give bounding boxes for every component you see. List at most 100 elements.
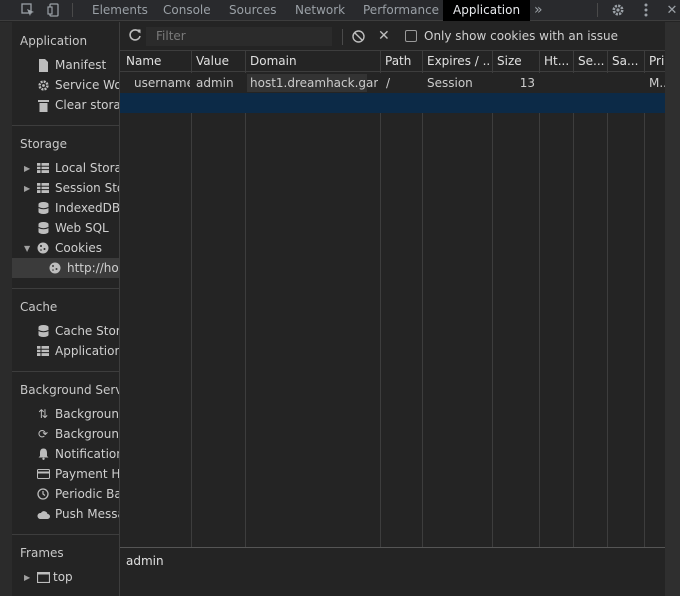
gear-icon[interactable] (610, 2, 626, 18)
tab-elements[interactable]: Elements (92, 0, 148, 21)
tab-console[interactable]: Console (163, 0, 211, 21)
column-header-secure[interactable]: Se... (578, 51, 606, 71)
sidebar-item-cookies[interactable]: ▼ Cookies (12, 238, 119, 258)
cell-path[interactable]: / (386, 73, 420, 93)
section-header-application: Application (20, 34, 88, 48)
device-toolbar-icon[interactable] (46, 2, 62, 18)
cell-name[interactable]: username (134, 73, 190, 93)
sidebar-item-cache-storage[interactable]: Cache Storage (12, 321, 119, 341)
tab-performance[interactable]: Performance (363, 0, 439, 21)
tab-sources[interactable]: Sources (229, 0, 276, 21)
devtools-tab-bar: Elements Console Sources Network Perform… (0, 0, 680, 21)
sidebar-item-clear-storage[interactable]: Clear storage (12, 95, 119, 115)
column-header-path[interactable]: Path (385, 51, 419, 71)
database-icon (36, 201, 50, 215)
sidebar-item-periodic-background-sync[interactable]: Periodic Background Sync (12, 484, 119, 504)
sidebar: Application Manifest Service Workers Cle… (12, 22, 120, 596)
collapse-arrow-icon[interactable]: ▼ (24, 244, 30, 253)
sidebar-item-session-storage[interactable]: ▶ Session Storage (12, 178, 119, 198)
expand-arrow-icon[interactable]: ▶ (24, 573, 30, 582)
section-divider (12, 125, 119, 126)
cell-expires[interactable]: Session (427, 73, 489, 93)
cell-httponly[interactable] (544, 73, 572, 93)
cell-secure[interactable] (578, 73, 606, 93)
sidebar-item-web-sql[interactable]: Web SQL (12, 218, 119, 238)
trash-icon (36, 98, 50, 112)
sidebar-item-notifications[interactable]: Notifications (12, 444, 119, 464)
column-header-domain[interactable]: Domain (250, 51, 376, 71)
kebab-menu-icon[interactable] (638, 2, 654, 18)
sync-icon: ⟳ (37, 427, 49, 441)
table-row[interactable]: username admin host1.dreamhack.gam... / … (120, 73, 665, 93)
sidebar-item-local-storage[interactable]: ▶ Local Storage (12, 158, 119, 178)
column-header-name[interactable]: Name (126, 51, 188, 71)
section-header-background-services: Background Services (20, 383, 120, 397)
sidebar-item-payment-handler[interactable]: Payment Handler (12, 464, 119, 484)
sidebar-item-indexeddb[interactable]: IndexedDB (12, 198, 119, 218)
document-icon (36, 58, 50, 72)
column-divider (422, 51, 423, 547)
sidebar-item-cookie-origin[interactable]: http://host1.dreamhack.games (12, 258, 119, 278)
column-header-samesite[interactable]: Sa... (612, 51, 642, 71)
sidebar-item-frame-top[interactable]: ▶ top (12, 567, 119, 587)
cell-value[interactable]: admin (196, 73, 242, 93)
sidebar-item-background-sync[interactable]: ⟳ Background Sync (12, 424, 119, 444)
section-header-cache: Cache (20, 300, 58, 314)
section-header-frames: Frames (20, 546, 64, 560)
right-gutter (665, 22, 680, 596)
column-divider (380, 51, 381, 547)
inspect-element-icon[interactable] (20, 2, 36, 18)
cloud-icon (36, 507, 50, 521)
column-divider (644, 51, 645, 547)
section-header-storage: Storage (20, 137, 67, 151)
cell-samesite[interactable] (612, 73, 642, 93)
database-icon (36, 324, 50, 338)
updown-arrows-icon: ⇅ (37, 407, 49, 421)
database-icon (36, 221, 50, 235)
sidebar-item-application-cache[interactable]: Application Cache (12, 341, 119, 361)
column-header-httponly[interactable]: Ht... (544, 51, 572, 71)
tab-divider (597, 3, 598, 17)
sidebar-item-background-fetch[interactable]: ⇅ Background Fetch (12, 404, 119, 424)
cookies-table: Name Value Domain Path Expires / ... Siz… (120, 50, 665, 547)
refresh-icon[interactable] (128, 28, 142, 45)
column-header-expires[interactable]: Expires / ... (427, 51, 489, 71)
section-divider (12, 534, 119, 535)
clock-icon (36, 487, 50, 501)
sidebar-item-manifest[interactable]: Manifest (12, 55, 119, 75)
column-divider (573, 51, 574, 547)
grid-icon (36, 181, 50, 195)
bell-icon (36, 447, 50, 461)
column-divider (191, 51, 192, 547)
grid-icon (36, 161, 50, 175)
table-row-selected-empty[interactable] (120, 93, 665, 113)
expand-arrow-icon[interactable]: ▶ (24, 184, 30, 193)
column-header-size[interactable]: Size (497, 51, 537, 71)
column-header-value[interactable]: Value (196, 51, 242, 71)
column-divider (539, 51, 540, 547)
cell-size[interactable]: 13 (497, 73, 535, 93)
section-divider (12, 371, 119, 372)
column-divider (607, 51, 608, 547)
delete-selected-icon[interactable]: ✕ (378, 28, 390, 44)
gear-icon (36, 78, 50, 92)
close-devtools-icon[interactable]: ✕ (664, 2, 680, 18)
tab-application[interactable]: Application (443, 0, 531, 21)
cookies-toolbar: ✕ Only show cookies with an issue (120, 25, 665, 49)
table-header: Name Value Domain Path Expires / ... Siz… (120, 51, 665, 72)
clear-all-icon[interactable] (352, 30, 365, 46)
cell-domain[interactable]: host1.dreamhack.gam... (250, 73, 378, 93)
frame-icon (36, 570, 50, 584)
filter-input[interactable] (146, 27, 332, 46)
more-tabs-icon[interactable]: » (534, 0, 543, 21)
expand-arrow-icon[interactable]: ▶ (24, 164, 30, 173)
sidebar-item-service-workers[interactable]: Service Workers (12, 75, 119, 95)
column-divider (492, 51, 493, 547)
cell-priority[interactable]: M... (649, 73, 665, 93)
grid-icon (36, 344, 50, 358)
column-header-priority[interactable]: Pri... (649, 51, 665, 71)
tab-network[interactable]: Network (295, 0, 345, 21)
toolbar-divider (342, 29, 343, 45)
only-issue-checkbox[interactable] (405, 30, 417, 42)
sidebar-item-push-messaging[interactable]: Push Messaging (12, 504, 119, 524)
